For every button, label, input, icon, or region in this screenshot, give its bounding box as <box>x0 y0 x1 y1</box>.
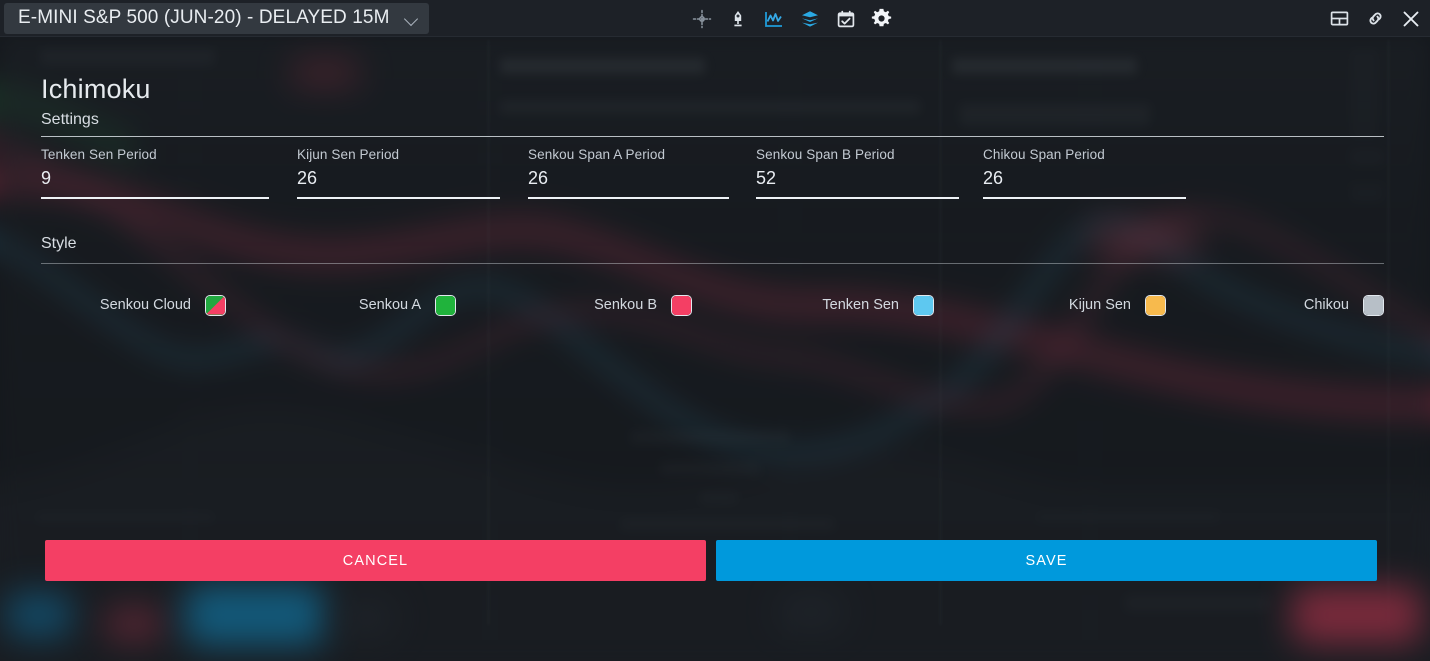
swatch-senkou-b: Senkou B <box>456 294 692 316</box>
swatch-label: Kijun Sen <box>1068 297 1131 313</box>
cancel-button[interactable]: CANCEL <box>45 540 706 581</box>
field-label: Tenken Sen Period <box>41 147 157 162</box>
swatch-label: Tenken Sen <box>822 297 899 313</box>
crosshair-icon[interactable] <box>690 7 713 30</box>
field-label: Senkou Span B Period <box>756 147 895 162</box>
chevron-down-icon[interactable] <box>404 11 419 26</box>
swatch-chikou: Chikou <box>1166 294 1384 316</box>
senkou-b-color-swatch[interactable] <box>671 294 692 316</box>
field-label: Senkou Span A Period <box>528 147 666 162</box>
dialog-actions: CANCEL SAVE <box>45 540 1377 581</box>
dialog-title: Ichimoku <box>41 74 151 104</box>
tenken-sen-period-input[interactable] <box>41 168 269 199</box>
window-controls <box>1328 0 1422 37</box>
chart-toolbar <box>690 0 893 37</box>
style-section-label: Style <box>41 235 77 252</box>
chikou-color-swatch[interactable] <box>1363 294 1384 316</box>
senkou-span-b-period-input[interactable] <box>756 168 959 199</box>
field-senkou-span-a-period: Senkou Span A Period <box>528 147 729 199</box>
settings-divider <box>41 136 1384 137</box>
style-swatches: Senkou Cloud Senkou A Senkou B Tenken Se… <box>41 285 1384 325</box>
application-window: E-MINI S&P 500 (JUN-20) - DELAYED 15M Ic… <box>0 0 1430 661</box>
save-button[interactable]: SAVE <box>716 540 1377 581</box>
calendar-icon[interactable] <box>834 7 857 30</box>
ichimoku-settings-dialog: Ichimoku Settings Tenken Sen Period Kiju… <box>0 37 1430 661</box>
senkou-cloud-color-swatch[interactable] <box>205 294 226 316</box>
swatch-senkou-cloud: Senkou Cloud <box>41 294 226 316</box>
swatch-label: Senkou A <box>358 297 421 313</box>
field-label: Chikou Span Period <box>983 147 1105 162</box>
line-chart-icon[interactable] <box>762 7 785 30</box>
split-layout-icon[interactable] <box>1328 8 1350 30</box>
drawing-pen-icon[interactable] <box>726 7 749 30</box>
swatch-label: Senkou Cloud <box>99 297 191 313</box>
symbol-selector[interactable]: E-MINI S&P 500 (JUN-20) - DELAYED 15M <box>4 2 429 34</box>
kijun-sen-color-swatch[interactable] <box>1145 294 1166 316</box>
layers-icon[interactable] <box>798 7 821 30</box>
swatch-label: Chikou <box>1303 297 1349 313</box>
field-senkou-span-b-period: Senkou Span B Period <box>756 147 959 199</box>
style-divider <box>41 263 1384 264</box>
swatch-label: Senkou B <box>594 297 657 313</box>
link-icon[interactable] <box>1364 8 1386 30</box>
close-icon[interactable] <box>1400 8 1422 30</box>
field-label: Kijun Sen Period <box>297 147 400 162</box>
settings-section-label: Settings <box>41 111 99 128</box>
field-kijun-sen-period: Kijun Sen Period <box>297 147 500 199</box>
symbol-label: E-MINI S&P 500 (JUN-20) - DELAYED 15M <box>18 7 390 28</box>
title-bar: E-MINI S&P 500 (JUN-20) - DELAYED 15M <box>0 0 1430 37</box>
field-tenken-sen-period: Tenken Sen Period <box>41 147 269 199</box>
gear-icon[interactable] <box>870 7 893 30</box>
field-chikou-span-period: Chikou Span Period <box>983 147 1186 199</box>
senkou-a-color-swatch[interactable] <box>435 294 456 316</box>
senkou-span-a-period-input[interactable] <box>528 168 729 199</box>
swatch-kijun-sen: Kijun Sen <box>934 294 1166 316</box>
chikou-span-period-input[interactable] <box>983 168 1186 199</box>
settings-fields: Tenken Sen Period Kijun Sen Period Senko… <box>41 147 1384 199</box>
swatch-tenken-sen: Tenken Sen <box>692 294 934 316</box>
tenken-sen-color-swatch[interactable] <box>913 294 934 316</box>
swatch-senkou-a: Senkou A <box>226 294 456 316</box>
kijun-sen-period-input[interactable] <box>297 168 500 199</box>
